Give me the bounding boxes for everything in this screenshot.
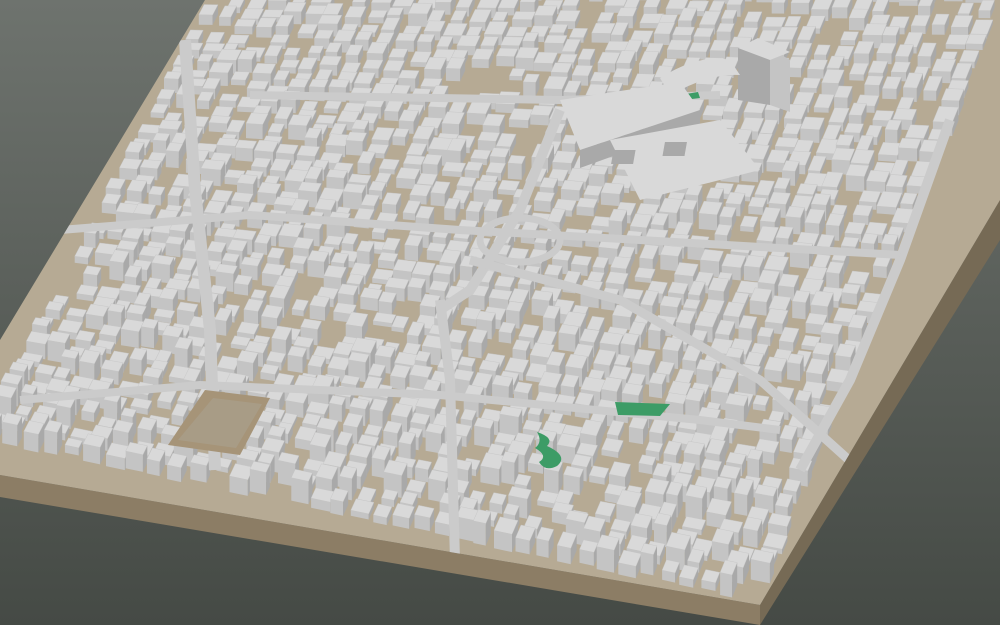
building-block [416, 33, 436, 53]
building-block [800, 116, 825, 143]
building-block [790, 0, 814, 15]
building-block [841, 283, 861, 305]
building-block [558, 324, 580, 353]
building-block [190, 454, 211, 483]
building-block [685, 484, 708, 521]
building-block [174, 336, 193, 371]
building-block [82, 265, 102, 288]
building-block [533, 191, 555, 213]
building-block [596, 534, 620, 573]
building-block [945, 34, 970, 50]
building-block [965, 33, 987, 50]
building-block [702, 105, 727, 121]
model-viewport[interactable] [0, 0, 1000, 625]
building-block [747, 448, 763, 479]
building-block [44, 419, 63, 455]
building-block [786, 353, 804, 382]
building-block [45, 300, 65, 320]
building-block [328, 395, 346, 422]
building-block [666, 39, 692, 59]
building-block [864, 75, 884, 96]
building-block [576, 197, 598, 217]
building-block [414, 505, 435, 532]
building-block [750, 549, 775, 584]
building-block [473, 417, 495, 448]
building-block [287, 345, 307, 373]
building-block [82, 433, 106, 465]
building-block [441, 161, 467, 178]
building-block [1, 412, 23, 447]
building-block [219, 93, 240, 108]
building-block [233, 274, 253, 296]
city-model-render [0, 0, 1000, 625]
building-block [125, 441, 148, 472]
building-block [845, 164, 870, 192]
building-block [464, 161, 484, 179]
building-block [254, 234, 272, 255]
tower-building [738, 38, 790, 112]
building-block [757, 326, 775, 347]
building-block [742, 516, 763, 548]
building-block [291, 469, 313, 505]
building-block [495, 47, 519, 67]
building-block [165, 142, 184, 169]
building-block [507, 155, 526, 180]
building-block [367, 9, 388, 24]
building-block [640, 543, 658, 576]
building-block [234, 139, 258, 162]
building-block [499, 405, 523, 437]
building-block [634, 267, 656, 283]
building-block [64, 437, 83, 456]
building-block [522, 73, 540, 97]
building-block [165, 235, 185, 258]
building-block [234, 19, 257, 35]
building-block [679, 199, 698, 226]
building-block [120, 318, 145, 348]
building-block [693, 27, 715, 44]
park-patch-east [615, 402, 670, 416]
building-block [897, 137, 922, 162]
building-block [309, 295, 331, 321]
building-block [508, 108, 534, 129]
building-block [237, 49, 257, 73]
building-block [140, 318, 159, 349]
building-block [249, 460, 271, 495]
building-block [579, 539, 599, 566]
building-block [638, 454, 657, 475]
building-block [511, 11, 536, 28]
